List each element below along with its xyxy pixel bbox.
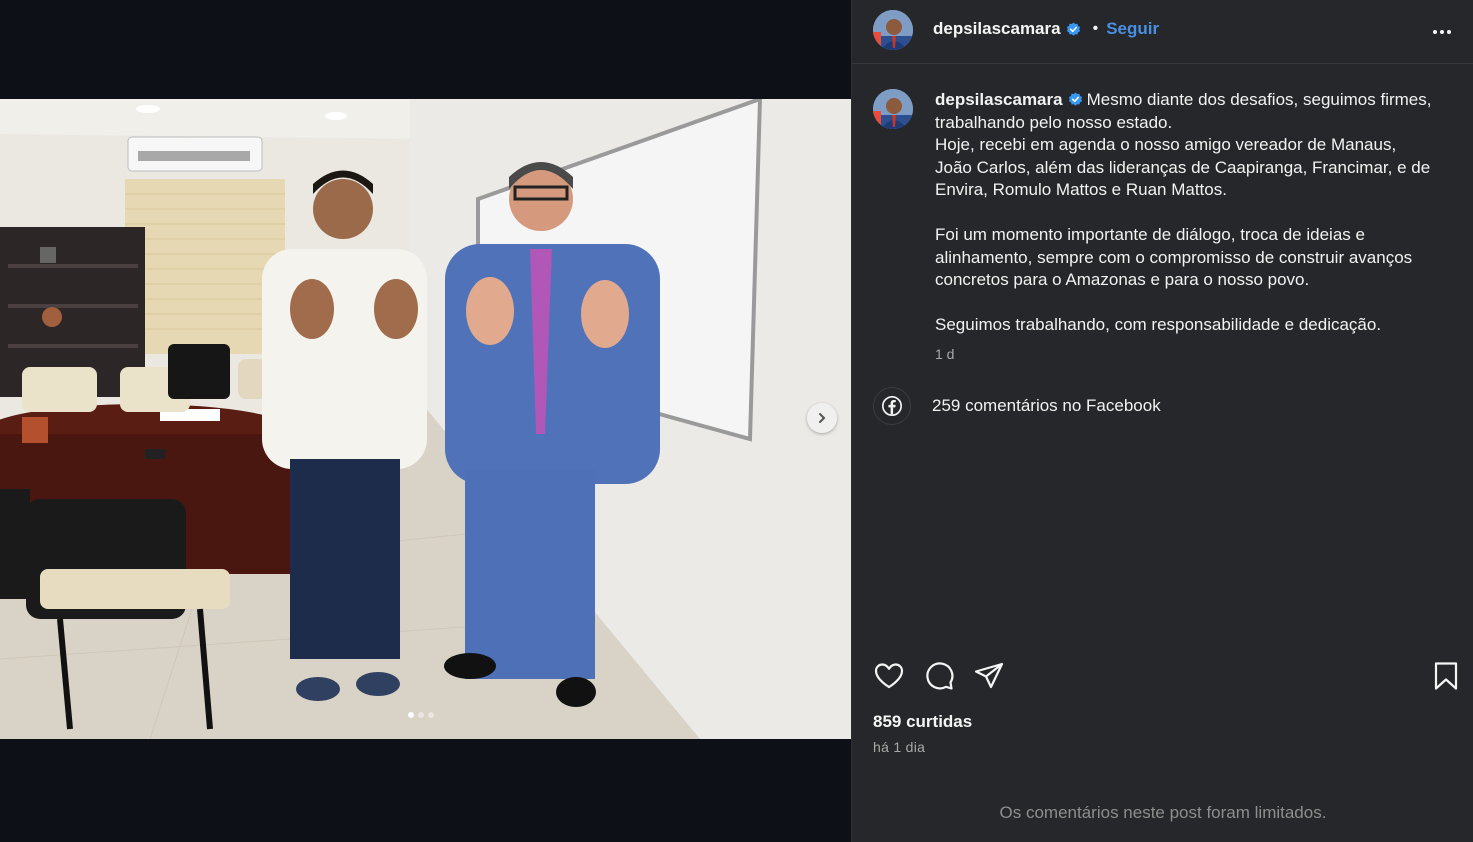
chevron-right-icon [819, 413, 826, 423]
verified-badge-icon [1068, 92, 1082, 106]
facebook-icon-wrapper [873, 387, 911, 425]
header-username[interactable]: depsilascamara [933, 19, 1061, 39]
verified-badge-icon [1066, 21, 1080, 36]
facebook-comments-text: 259 comentários no Facebook [932, 396, 1161, 415]
bookmark-icon[interactable] [1430, 660, 1462, 692]
more-options-icon[interactable] [1430, 22, 1454, 42]
carousel-dot [428, 712, 434, 718]
heart-icon[interactable] [873, 660, 905, 692]
caption-line: João Carlos, além das lideranças de Caap… [935, 157, 1431, 177]
post-header: depsilascamara • Seguir [852, 0, 1473, 64]
caption-line: Seguimos trabalhando, com responsabilida… [935, 315, 1382, 334]
comment-icon[interactable] [923, 660, 955, 692]
post-photo[interactable] [0, 99, 851, 739]
follow-button[interactable]: Seguir [1106, 19, 1159, 39]
caption-line: Envira, Romulo Mattos e Ruan Mattos. [935, 180, 1227, 199]
caption-timestamp[interactable]: 1 d [935, 346, 954, 362]
facebook-icon [882, 396, 902, 416]
comments-limited-notice: Os comentários neste post foram limitado… [999, 803, 1327, 822]
carousel-next-button[interactable] [807, 403, 837, 433]
caption-line: Mesmo diante dos desafios, seguimos firm… [1086, 90, 1432, 109]
media-pane [0, 0, 851, 842]
post-actions [873, 660, 1458, 692]
facebook-comments-link[interactable]: 259 comentários no Facebook [873, 387, 1161, 425]
caption-line: Foi um momento importante de diálogo, tr… [935, 225, 1365, 244]
avatar-image [873, 89, 913, 129]
avatar-image [873, 10, 913, 50]
photo-illustration [0, 99, 851, 739]
post-date[interactable]: há 1 dia [873, 739, 925, 755]
header-user-row: depsilascamara • Seguir [933, 19, 1159, 39]
caption-line: trabalhando pelo nosso estado. [935, 112, 1173, 132]
caption-first-line: depsilascamara Mesmo diante dos desafios… [935, 89, 1445, 112]
post-sidebar: depsilascamara • Seguir depsilascamara M [851, 0, 1473, 842]
post-caption: depsilascamara Mesmo diante dos desafios… [935, 89, 1445, 337]
avatar[interactable] [873, 10, 913, 50]
caption-avatar[interactable] [873, 89, 913, 129]
caption-line: Hoje, recebi em agenda o nosso amigo ver… [935, 135, 1397, 154]
likes-count[interactable]: 859 curtidas [873, 712, 972, 732]
separator-dot: • [1092, 20, 1099, 37]
carousel-dot [418, 712, 424, 718]
carousel-dots [408, 712, 434, 718]
caption-username[interactable]: depsilascamara [935, 90, 1063, 109]
carousel-dot [408, 712, 414, 718]
caption-line: concretos para o Amazonas e para o nosso… [935, 270, 1310, 289]
caption-line: alinhamento, sempre com o compromisso de… [935, 247, 1413, 267]
share-icon[interactable] [973, 660, 1005, 692]
